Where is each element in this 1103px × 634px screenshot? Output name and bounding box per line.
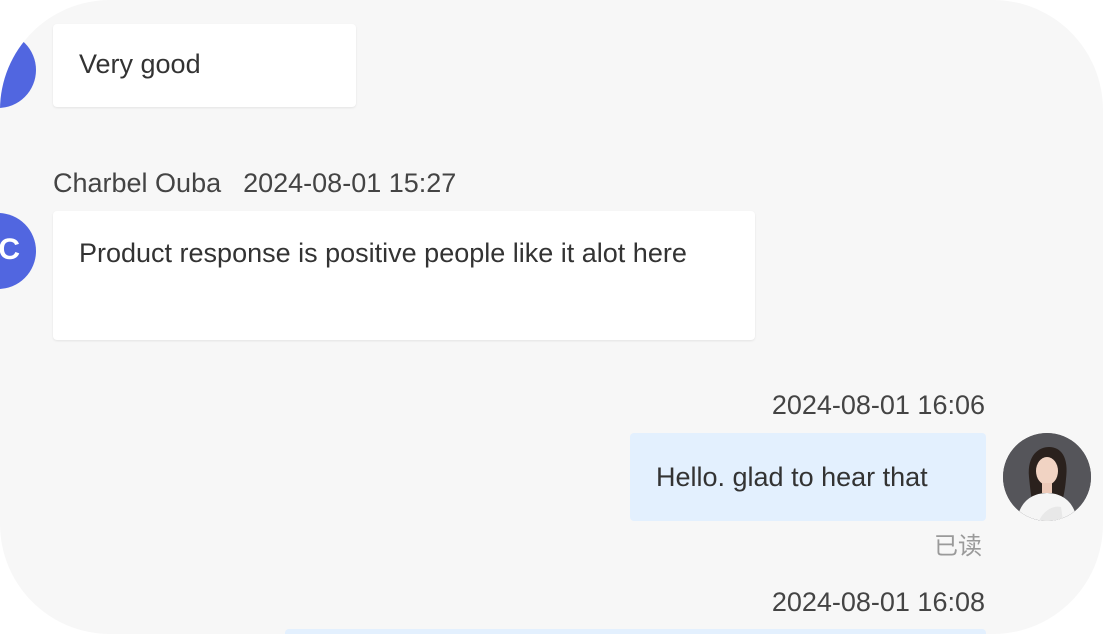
- message-text: Hello. glad to hear that: [656, 462, 928, 492]
- message-bubble[interactable]: Product response is positive people like…: [53, 211, 755, 340]
- user-photo-avatar-icon: [1003, 433, 1091, 521]
- sender-name: Charbel Ouba: [53, 168, 222, 198]
- sender-avatar[interactable]: C: [0, 213, 36, 289]
- message-bubble-outgoing[interactable]: Hello. glad to hear that: [630, 433, 986, 521]
- message-bubble[interactable]: Very good: [53, 24, 356, 107]
- message-text: Very good: [79, 49, 201, 79]
- message-text: Product response is positive people like…: [79, 238, 687, 268]
- message-timestamp: 2024-08-01 15:27: [243, 168, 457, 198]
- sender-avatar[interactable]: [0, 32, 36, 108]
- user-avatar[interactable]: [1003, 433, 1091, 521]
- message-timestamp: 2024-08-01 16:06: [771, 390, 985, 420]
- message-header: Charbel Ouba 2024-08-01 15:27: [53, 168, 456, 199]
- avatar-initial: C: [0, 233, 20, 266]
- chat-message-panel[interactable]: Very good Charbel Ouba 2024-08-01 15:27 C…: [0, 0, 1103, 634]
- message-bubble-outgoing[interactable]: [285, 629, 986, 634]
- read-status: 已读: [934, 533, 982, 560]
- message-timestamp: 2024-08-01 16:08: [771, 587, 985, 617]
